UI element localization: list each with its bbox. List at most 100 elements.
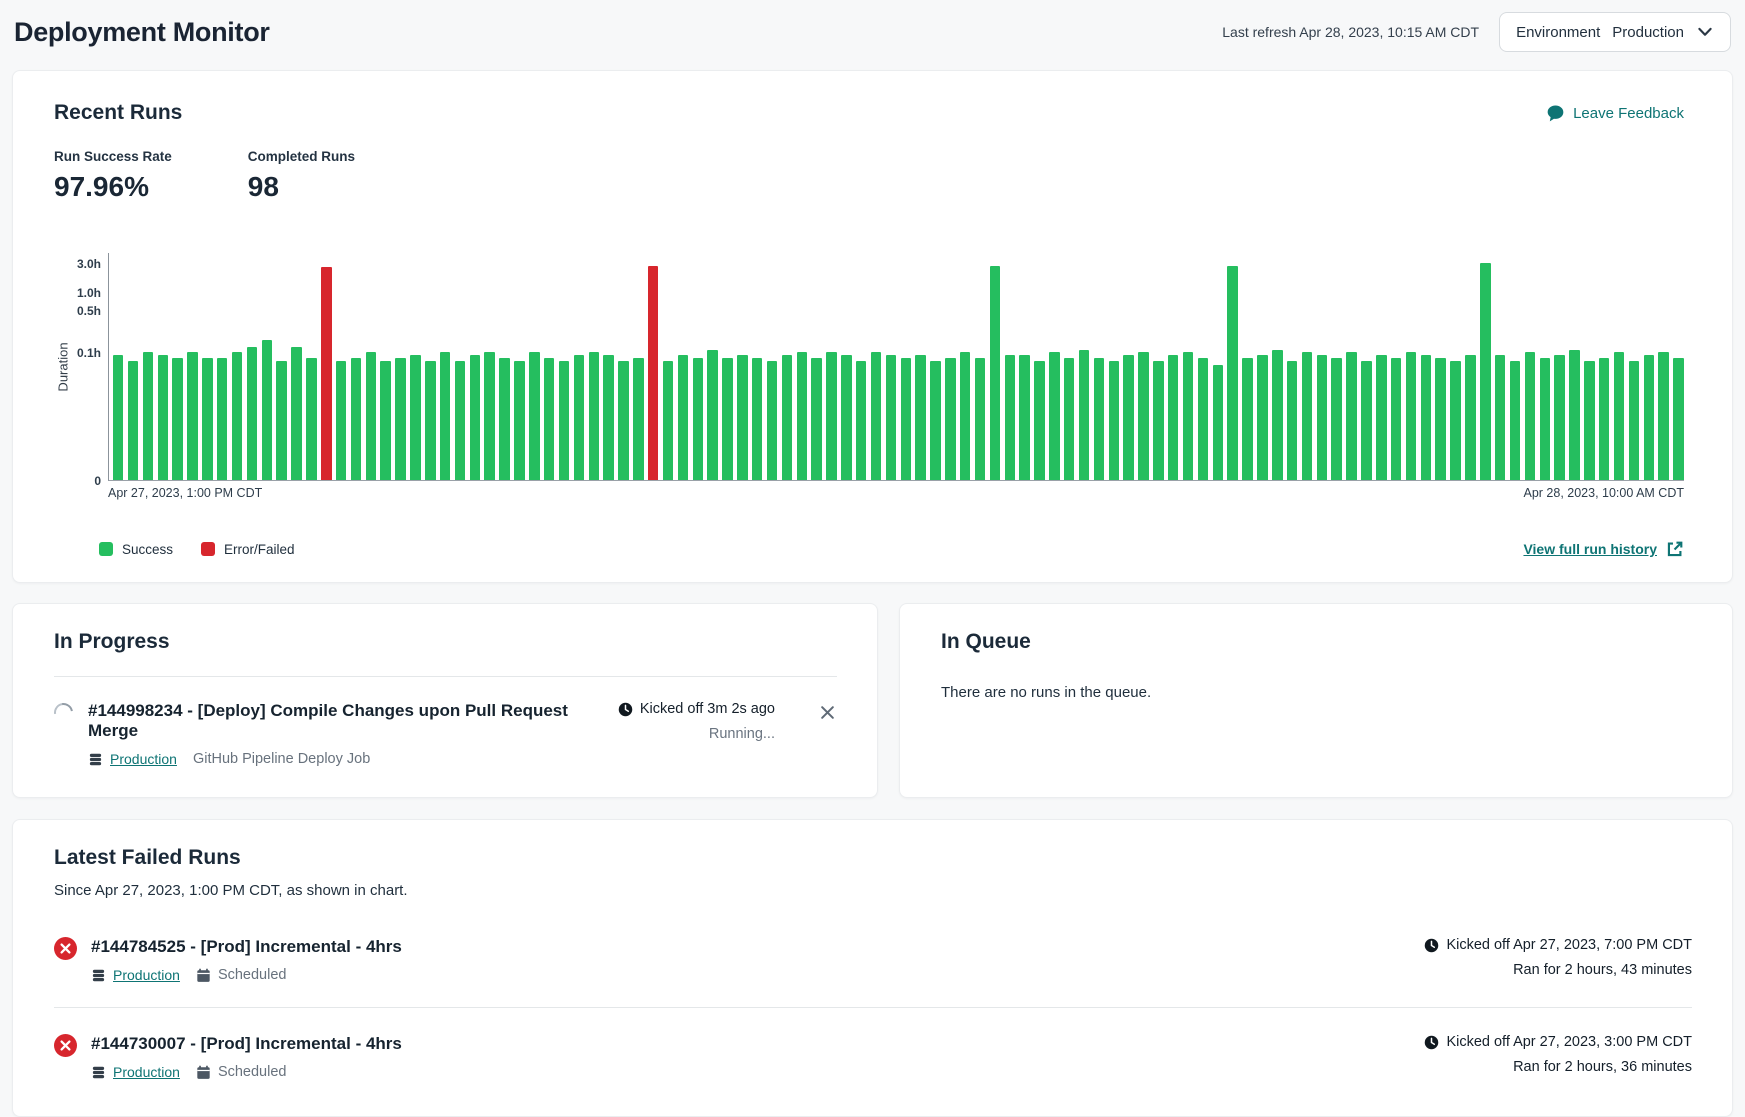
failed-runs-subtitle: Since Apr 27, 2023, 1:00 PM CDT, as show… [54,882,1692,899]
chart-bar-failed [321,267,331,480]
x-axis-end-label: Apr 28, 2023, 10:00 AM CDT [1523,486,1684,500]
page-title: Deployment Monitor [14,17,270,48]
metric-label: Completed Runs [248,149,355,164]
legend-swatch [99,542,113,556]
chart-bar-success [380,361,390,480]
metrics-row: Run Success Rate 97.96% Completed Runs 9… [54,149,1684,203]
recent-runs-title: Recent Runs [54,101,182,125]
legend-label: Success [122,542,173,557]
chart-bar-success [1079,350,1089,481]
chart-bar-success [366,352,376,480]
chart-bar-success [1257,355,1267,480]
cancel-run-icon[interactable] [818,703,837,722]
chart-bar-success [470,355,480,480]
chart-bar-success [1584,361,1594,480]
chart-bar-success [1644,355,1654,480]
chart-bar-success [1673,358,1683,480]
chart-bar-success [1480,263,1490,480]
chart-plot-area [108,253,1684,481]
metric-run-success-rate: Run Success Rate 97.96% [54,149,172,203]
chart-bar-success [1153,361,1163,480]
chart-bar-success [707,350,717,481]
metric-completed-runs: Completed Runs 98 [248,149,355,203]
chart-bar-success [247,347,257,480]
chart-bar-success [960,352,970,480]
y-axis-tick-label: 0 [94,474,101,488]
chart-bar-success [1376,355,1386,480]
job-name: GitHub Pipeline Deploy Job [193,751,370,767]
environment-production-link[interactable]: Production [113,1064,180,1080]
y-axis-tick-label: 0.5h [77,304,101,318]
queue-empty-message: There are no runs in the queue. [941,684,1692,701]
chart-bar-failed [648,266,658,480]
chart-bar-success [1510,361,1520,480]
chart-bar-success [871,352,881,480]
ran-for-text: Ran for 2 hours, 43 minutes [1424,962,1692,978]
stack-icon [88,752,103,767]
chart-bar-success [990,266,1000,480]
chart-bar-success [1183,352,1193,480]
legend-item: Success [99,542,173,557]
chart-bar-success [1346,352,1356,480]
stack-icon [91,968,106,983]
environment-dropdown-label: Environment [1516,24,1600,41]
schedule-label: Scheduled [218,1064,287,1080]
speech-bubble-icon [1546,104,1565,123]
kicked-off-text: Kicked off Apr 27, 2023, 7:00 PM CDT [1446,937,1692,953]
chart-bar-success [1540,358,1550,480]
in-queue-title: In Queue [941,630,1692,654]
in-queue-card: In Queue There are no runs in the queue. [899,603,1733,798]
error-icon [54,1034,77,1057]
schedule-label: Scheduled [218,967,287,983]
chart-bar-success [425,361,435,480]
run-title: #144730007 - [Prod] Incremental - 4hrs [91,1034,1410,1054]
chart-bar-success [143,352,153,480]
chart-bar-success [1317,355,1327,480]
environment-production-link[interactable]: Production [110,751,177,767]
environment-dropdown-value: Production [1612,24,1684,41]
view-full-run-history-link[interactable]: View full run history [1523,540,1684,558]
chart-bar-success [945,358,955,480]
chart-bar-success [484,352,494,480]
chart-bar-success [291,347,301,480]
clock-icon [1424,1035,1439,1050]
chart-bar-success [841,355,851,480]
legend-label: Error/Failed [224,542,295,557]
stack-icon [91,1065,106,1080]
chart-bar-success [1331,358,1341,480]
chart-bar-success [1138,352,1148,480]
in-progress-card: In Progress #144998234 - [Deploy] Compil… [12,603,878,798]
metric-value: 97.96% [54,171,172,203]
chart-bar-success [1302,352,1312,480]
chart-bar-success [1287,361,1297,480]
chart-bar-success [128,361,138,480]
chart-bar-success [187,352,197,480]
chart-bar-success [336,361,346,480]
chart-bar-success [113,355,123,480]
chart-legend: Success Error/Failed [99,542,295,557]
chart-bar-success [737,355,747,480]
kicked-off-text: Kicked off 3m 2s ago [640,701,775,717]
environment-production-link[interactable]: Production [113,967,180,983]
clock-icon [618,702,633,717]
chart-bar-success [1495,355,1505,480]
chart-bar-success [1614,352,1624,480]
chart-bar-success [1361,361,1371,480]
leave-feedback-link[interactable]: Leave Feedback [1546,104,1684,123]
chart-bar-success [1094,358,1104,480]
failed-run-row: #144730007 - [Prod] Incremental - 4hrs P… [54,1007,1692,1104]
clock-icon [1424,938,1439,953]
chart-bar-success [410,355,420,480]
chart-bar-success [172,358,182,480]
chart-bar-success [856,361,866,480]
chart-bar-success [1005,355,1015,480]
running-status-text: Running... [618,726,775,742]
environment-dropdown[interactable]: Environment Production [1499,12,1731,52]
chart-bar-success [559,361,569,480]
chart-bar-success [544,358,554,480]
chart-bar-success [232,352,242,480]
chart-bar-success [1554,355,1564,480]
chart-bar-success [1109,361,1119,480]
chart-bar-success [1019,355,1029,480]
spinner-icon [50,699,76,725]
